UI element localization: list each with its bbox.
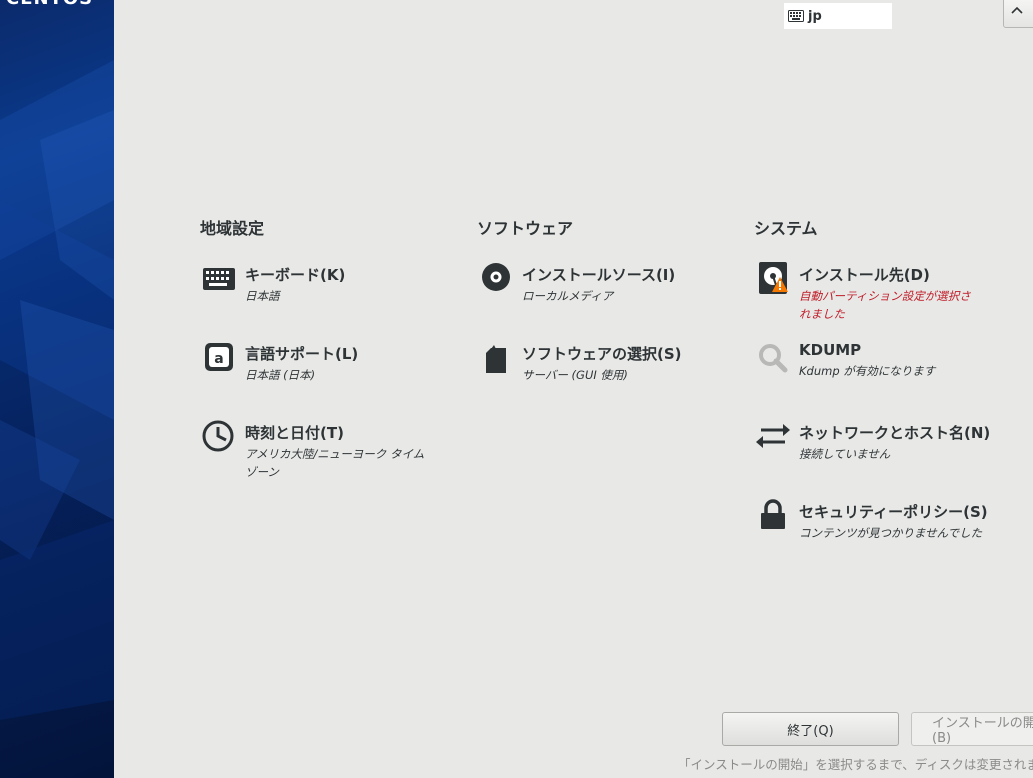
language-icon: a (205, 343, 233, 371)
svg-text:a: a (214, 351, 223, 367)
clock-icon (202, 420, 234, 452)
spoke-security-policy-status: コンテンツが見つかりませんでした (799, 526, 983, 540)
spoke-kdump[interactable]: KDUMP Kdump が有効になります (755, 341, 985, 385)
network-arrows-icon (756, 424, 790, 448)
section-title-system: システム (754, 219, 818, 238)
chevron-up-icon (1011, 6, 1023, 14)
spoke-keyboard-title: キーボード(K) (245, 266, 346, 284)
spoke-installation-destination-status: 自動パーティション設定が選択されました (799, 289, 971, 321)
spoke-installation-destination-title: インストール先(D) (799, 266, 930, 284)
spoke-software-selection[interactable]: ソフトウェアの選択(S) サーバー (GUI 使用) (478, 341, 708, 385)
section-title-software: ソフトウェア (477, 219, 574, 238)
spoke-software-selection-status: サーバー (GUI 使用) (522, 368, 628, 382)
magnifier-icon (759, 344, 788, 373)
footer-note: 「インストールの開始」を選択するまで、ディスクは変更されません。 (678, 757, 1033, 772)
sidebar-background-pattern (0, 60, 114, 720)
brand-logo: CENTOS (6, 0, 93, 9)
package-icon (486, 345, 506, 373)
spoke-keyboard[interactable]: キーボード(K) 日本語 (201, 262, 431, 306)
spoke-installation-source-status: ローカルメディア (522, 289, 614, 303)
keyboard-icon (203, 268, 235, 290)
spoke-installation-source-title: インストールソース(I) (522, 266, 676, 284)
keyboard-layout-label: jp (808, 8, 822, 24)
warning-icon (772, 277, 788, 292)
spoke-language-support[interactable]: a 言語サポート(L) 日本語 (日本) (201, 341, 431, 385)
sidebar: CENTOS (0, 0, 114, 778)
spoke-keyboard-status: 日本語 (245, 289, 280, 303)
spoke-network-and-hostname-title: ネットワークとホスト名(N) (799, 424, 991, 442)
begin-installation-button[interactable]: インストールの開始(B) (911, 712, 1033, 746)
spoke-time-and-date-status: アメリカ大陸/ニューヨーク タイムゾーン (245, 447, 425, 479)
spoke-installation-source[interactable]: インストールソース(I) ローカルメディア (478, 262, 708, 306)
help-button[interactable] (1003, 0, 1033, 28)
spoke-kdump-status: Kdump が有効になります (799, 364, 936, 378)
spoke-time-and-date-title: 時刻と日付(T) (245, 424, 344, 442)
spoke-software-selection-title: ソフトウェアの選択(S) (522, 345, 682, 363)
spoke-security-policy-title: セキュリティーポリシー(S) (799, 503, 988, 521)
spoke-language-support-title: 言語サポート(L) (245, 345, 359, 363)
optical-disc-icon (482, 263, 510, 291)
keyboard-icon (788, 10, 804, 22)
spoke-language-support-status: 日本語 (日本) (245, 368, 316, 382)
section-title-localization: 地域設定 (200, 219, 265, 238)
quit-button[interactable]: 終了(Q) (722, 712, 899, 746)
spoke-time-and-date[interactable]: 時刻と日付(T) アメリカ大陸/ニューヨーク タイムゾーン (201, 420, 431, 480)
spoke-installation-destination[interactable]: インストール先(D) 自動パーティション設定が選択されました (755, 262, 985, 322)
spoke-security-policy[interactable]: セキュリティーポリシー(S) コンテンツが見つかりませんでした (755, 499, 1015, 543)
lock-icon (761, 499, 785, 529)
spoke-kdump-title: KDUMP (799, 341, 862, 359)
keyboard-layout-indicator[interactable]: jp (784, 3, 892, 29)
spoke-network-and-hostname[interactable]: ネットワークとホスト名(N) 接続していません (755, 420, 1015, 464)
spoke-network-and-hostname-status: 接続していません (799, 447, 891, 461)
